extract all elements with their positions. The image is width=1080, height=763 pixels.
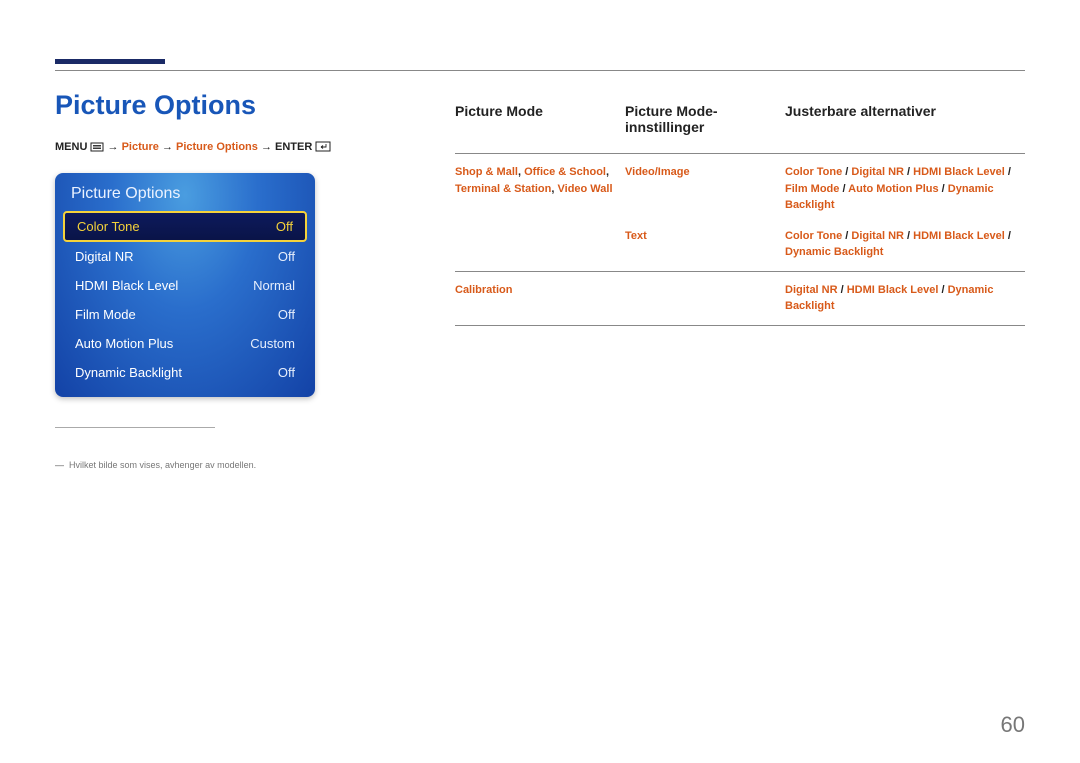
token: / bbox=[839, 183, 848, 195]
right-column: Picture Mode Picture Mode- innstillinger… bbox=[455, 103, 1025, 470]
osd-item-label: Auto Motion Plus bbox=[75, 336, 173, 351]
cell-adjustable: Digital NR / HDMI Black Level / Dynamic … bbox=[785, 282, 1025, 315]
token: Shop & Mall bbox=[455, 166, 518, 178]
footnote-text: Hvilket bilde som vises, avhenger av mod… bbox=[69, 460, 256, 470]
table-subrow: Text Color Tone / Digital NR / HDMI Black… bbox=[625, 228, 1025, 261]
osd-item-label: Digital NR bbox=[75, 249, 134, 264]
osd-item[interactable]: Film Mode Off bbox=[55, 300, 315, 329]
osd-item[interactable]: Dynamic Backlight Off bbox=[55, 358, 315, 387]
table-header-c1: Picture Mode bbox=[455, 103, 625, 153]
osd-item-value: Off bbox=[276, 219, 293, 234]
token: / bbox=[904, 230, 913, 242]
cell-adjustable: Color Tone / Digital NR / HDMI Black Lev… bbox=[785, 164, 1025, 214]
osd-items: Color Tone Off Digital NR Off HDMI Black Lev… bbox=[55, 211, 315, 387]
token: HDMI Black Level bbox=[913, 166, 1005, 178]
token: Text bbox=[625, 230, 647, 242]
token: Auto Motion Plus bbox=[848, 183, 938, 195]
top-rule bbox=[55, 70, 1025, 71]
cell-settings bbox=[625, 282, 785, 315]
token: Calibration bbox=[455, 284, 512, 296]
token: / bbox=[838, 284, 847, 296]
osd-item[interactable]: Auto Motion Plus Custom bbox=[55, 329, 315, 358]
breadcrumb-picture-options: Picture Options bbox=[176, 141, 258, 153]
cell-settings: Text bbox=[625, 228, 785, 261]
token: / bbox=[939, 183, 948, 195]
token: / bbox=[938, 284, 947, 296]
token: Video Wall bbox=[558, 183, 613, 195]
breadcrumb-menu: MENU bbox=[55, 141, 87, 153]
token: Terminal & Station bbox=[455, 183, 551, 195]
osd-item[interactable]: Digital NR Off bbox=[55, 242, 315, 271]
token: HDMI Black Level bbox=[913, 230, 1005, 242]
page: Picture Options MENU → Picture → Picture… bbox=[0, 0, 1080, 763]
breadcrumb-arrow: → bbox=[162, 141, 176, 153]
token: / bbox=[904, 166, 913, 178]
osd-item[interactable]: HDMI Black Level Normal bbox=[55, 271, 315, 300]
osd-item-label: Film Mode bbox=[75, 307, 136, 322]
cell-picture-mode: Calibration bbox=[455, 282, 625, 315]
osd-panel: Picture Options Color Tone Off Digital NR O… bbox=[55, 173, 315, 397]
osd-item-label: Dynamic Backlight bbox=[75, 365, 182, 380]
breadcrumb-arrow: → bbox=[261, 141, 275, 153]
page-number: 60 bbox=[1001, 712, 1025, 738]
breadcrumb-arrow: → bbox=[108, 141, 122, 153]
table-row: Shop & Mall, Office & School, Terminal &… bbox=[455, 153, 1025, 271]
cell-adjustable: Color Tone / Digital NR / HDMI Black Lev… bbox=[785, 228, 1025, 261]
token: Office & School bbox=[524, 166, 606, 178]
token: , bbox=[606, 166, 609, 178]
token: Color Tone bbox=[785, 166, 842, 178]
osd-title: Picture Options bbox=[55, 185, 315, 211]
cell-settings: Video/Image bbox=[625, 164, 785, 214]
table-headers: Picture Mode Picture Mode- innstillinger… bbox=[455, 103, 1025, 153]
cell-subrows: Digital NR / HDMI Black Level / Dynamic … bbox=[625, 282, 1025, 315]
cell-picture-mode: Shop & Mall, Office & School, Terminal &… bbox=[455, 164, 625, 261]
osd-item-value: Off bbox=[278, 307, 295, 322]
section-tab bbox=[55, 59, 165, 64]
osd-item[interactable]: Color Tone Off bbox=[63, 211, 307, 242]
breadcrumb-picture: Picture bbox=[122, 141, 159, 153]
footnote-rule bbox=[55, 427, 215, 428]
token: Color Tone bbox=[785, 230, 842, 242]
cell-subrows: Video/Image Color Tone / Digital NR / HDM… bbox=[625, 164, 1025, 261]
menu-icon bbox=[90, 142, 104, 155]
table-subrow: Digital NR / HDMI Black Level / Dynamic … bbox=[625, 282, 1025, 315]
token: Digital NR bbox=[851, 166, 904, 178]
table-header-c2: Picture Mode- innstillinger bbox=[625, 103, 785, 153]
token: Film Mode bbox=[785, 183, 839, 195]
token: Video/Image bbox=[625, 166, 690, 178]
table-row: Calibration Digital NR / HDMI Black Level… bbox=[455, 271, 1025, 326]
table-body: Shop & Mall, Office & School, Terminal &… bbox=[455, 153, 1025, 326]
token: / bbox=[1005, 230, 1011, 242]
token: Digital NR bbox=[851, 230, 904, 242]
osd-item-label: Color Tone bbox=[77, 219, 140, 234]
osd-item-value: Off bbox=[278, 365, 295, 380]
osd-item-label: HDMI Black Level bbox=[75, 278, 178, 293]
token: / bbox=[1005, 166, 1011, 178]
footnote: ― Hvilket bilde som vises, avhenger av m… bbox=[55, 460, 325, 470]
table-header-c3: Justerbare alternativer bbox=[785, 103, 1025, 153]
osd-item-value: Custom bbox=[250, 336, 295, 351]
content: Picture Options Color Tone Off Digital NR O… bbox=[55, 173, 1025, 470]
breadcrumb-enter: ENTER bbox=[275, 141, 312, 153]
token: HDMI Black Level bbox=[847, 284, 939, 296]
table-subrow: Video/Image Color Tone / Digital NR / HDM… bbox=[625, 164, 1025, 214]
token: Digital NR bbox=[785, 284, 838, 296]
token: Dynamic Backlight bbox=[785, 246, 883, 258]
left-column: Picture Options Color Tone Off Digital NR O… bbox=[55, 173, 325, 470]
osd-item-value: Off bbox=[278, 249, 295, 264]
osd-item-value: Normal bbox=[253, 278, 295, 293]
enter-icon bbox=[315, 141, 331, 155]
